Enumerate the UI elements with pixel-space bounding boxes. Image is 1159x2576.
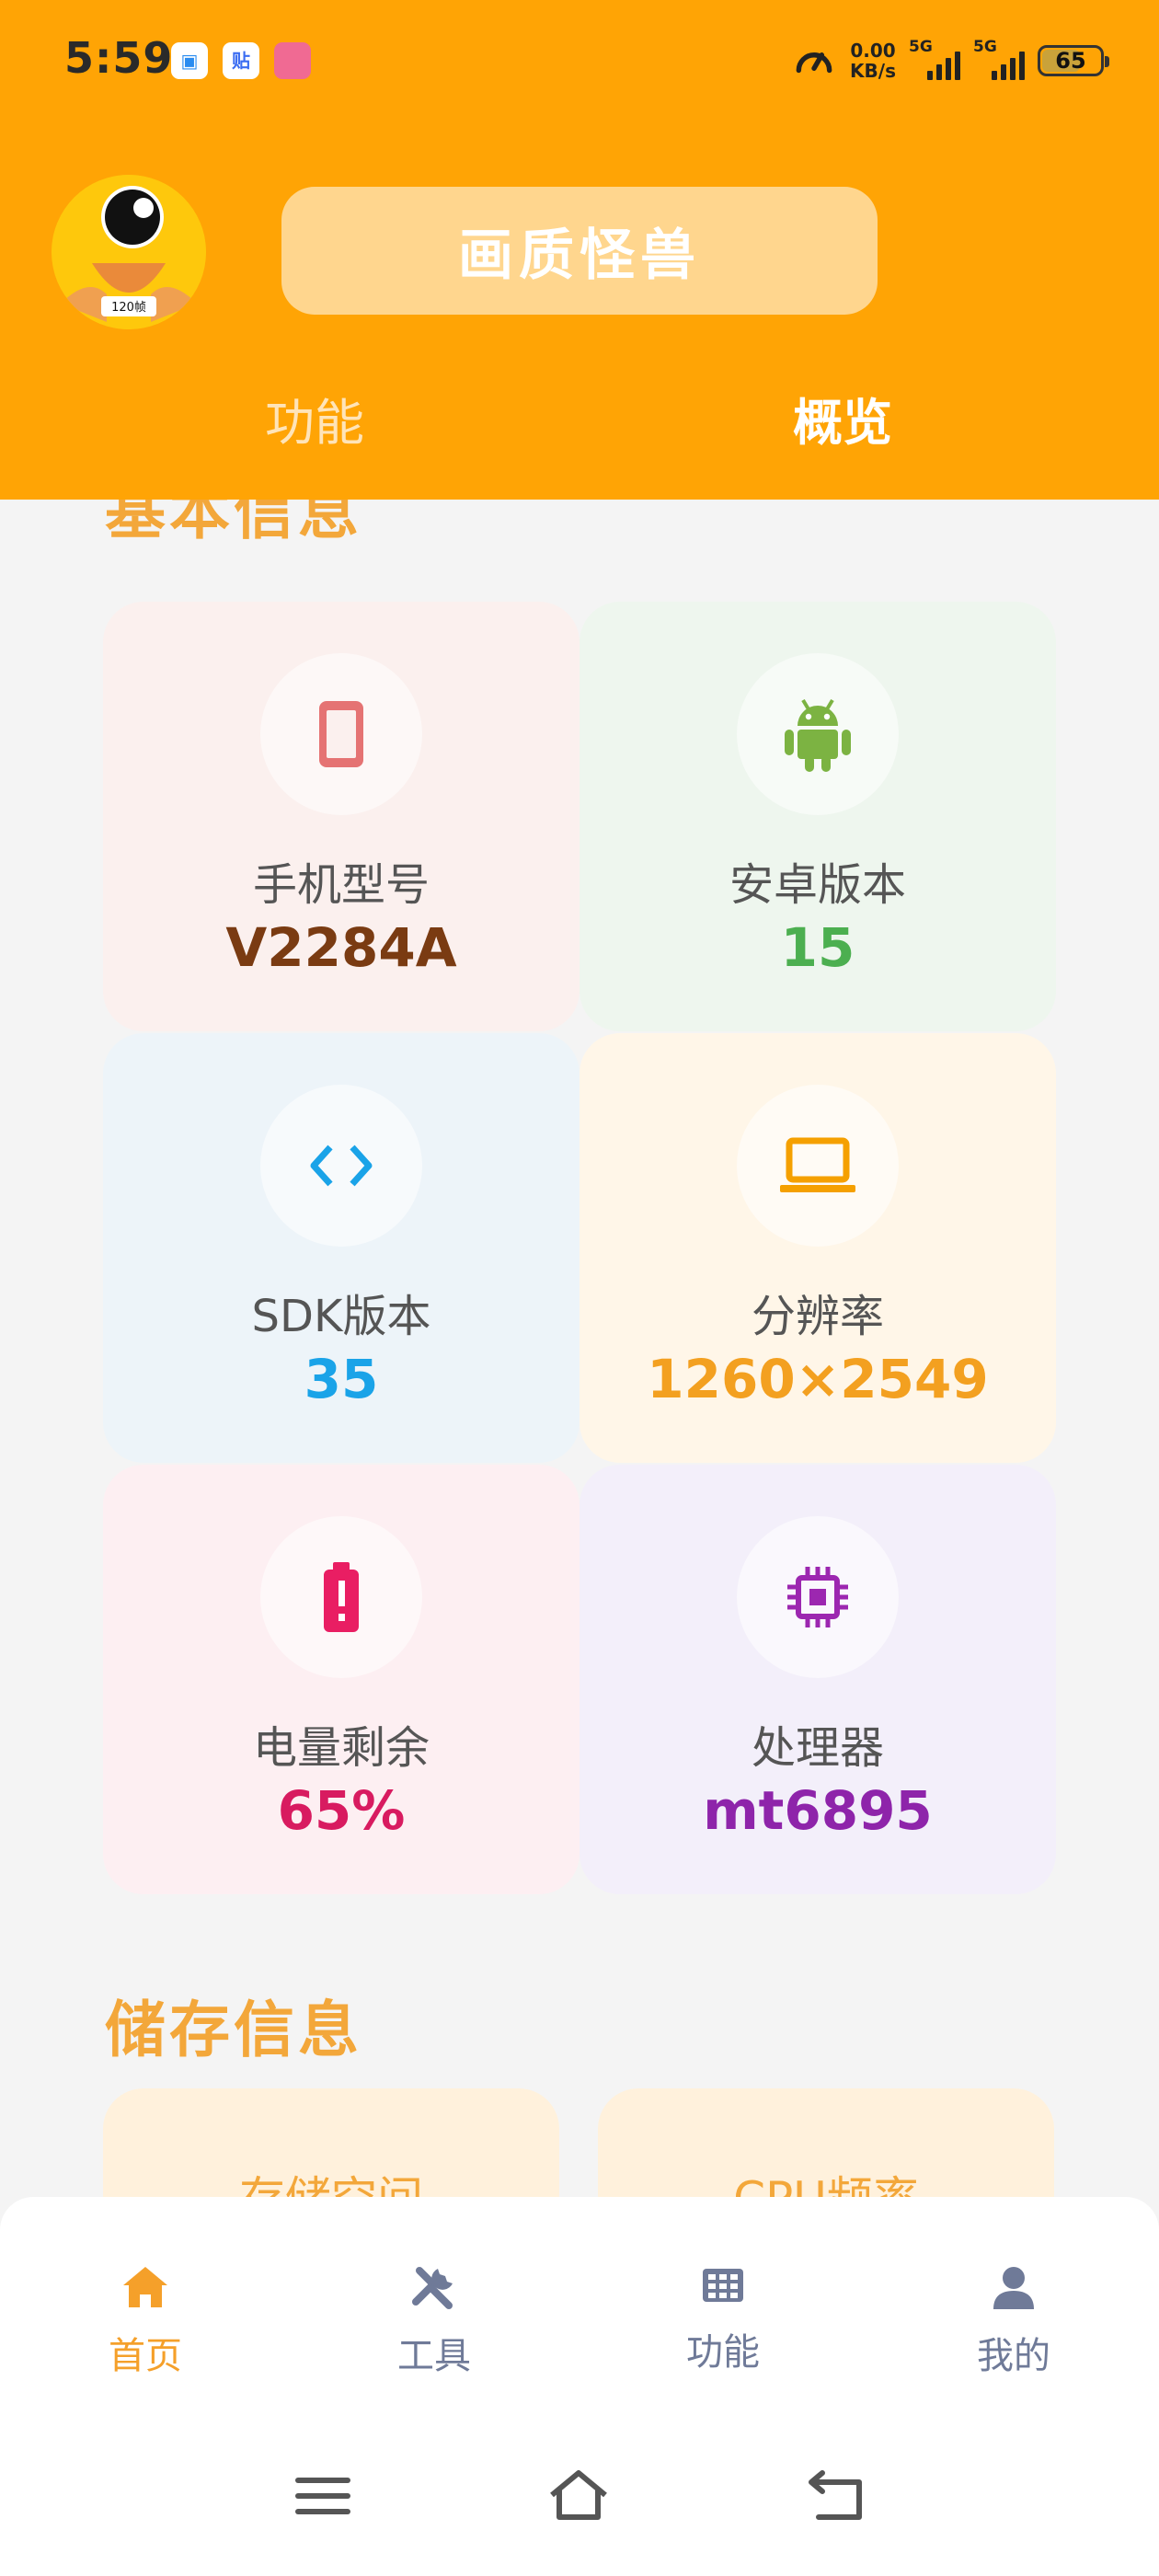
speed-value: 0.00 [850, 40, 896, 62]
nav-label: 我的 [977, 2335, 1050, 2377]
bottom-nav: 首页 工具 功能 我的 [0, 2197, 1159, 2399]
info-card-android-version[interactable]: 安卓版本 15 [580, 602, 1056, 1031]
signal-1: 5G [909, 38, 960, 84]
info-card-sdk-version[interactable]: SDK版本 35 [103, 1033, 580, 1463]
logo-badge-text: 120帧 [111, 301, 146, 315]
card-value: V2284A [225, 916, 457, 979]
storage-card-space[interactable]: 存储空间 [103, 2088, 559, 2199]
home-icon [123, 2267, 167, 2307]
card-value: mt6895 [703, 1779, 933, 1842]
tab-overview[interactable]: 概览 [793, 382, 892, 454]
info-card-phone-model[interactable]: 手机型号 V2284A [103, 602, 580, 1031]
menu-icon[interactable] [291, 2464, 355, 2528]
card-label: 安卓版本 [729, 859, 906, 911]
network-speed: 0.00 KB/s [850, 40, 896, 81]
nav-label: 首页 [109, 2335, 182, 2377]
section-title-basic-info: 基本信息 [105, 500, 362, 547]
card-value: 35 [304, 1348, 379, 1410]
signal-bars-icon [992, 52, 1025, 80]
blue-app-icon: ▣ [171, 42, 208, 79]
status-right: 0.00 KB/s 5G 5G 65 [791, 35, 1109, 86]
card-label: 处理器 [751, 1722, 884, 1774]
card-value: 65% [277, 1779, 406, 1842]
grid-icon [703, 2269, 743, 2302]
card-value: 15 [780, 916, 855, 979]
status-time: 5:59 [64, 33, 174, 83]
system-nav-bar [0, 2399, 1159, 2576]
signal-2: 5G [973, 38, 1025, 84]
storage-card-label: CPU频率 [733, 2172, 919, 2199]
phone-icon [260, 653, 422, 815]
overview-content[interactable]: 基本信息 手机型号 V2284A 安卓版本 15 SDK版本 35 分辨率 12… [0, 500, 1159, 2199]
back-icon[interactable] [804, 2464, 868, 2528]
speed-unit: KB/s [850, 60, 896, 82]
app-title-pill: 画质怪兽 [281, 187, 878, 315]
section-title-storage-info: 储存信息 [105, 1995, 362, 2065]
nav-item-home[interactable]: 首页 [44, 2197, 247, 2399]
battery-indicator: 65 [1038, 45, 1109, 76]
tools-icon [412, 2267, 453, 2309]
nav-item-features[interactable]: 功能 [622, 2197, 824, 2399]
code-icon [260, 1085, 422, 1247]
card-label: 电量剩余 [252, 1722, 430, 1774]
status-bar: 5:59 ▣ 贴 0.00 KB/s 5G 5G 65 [0, 0, 1159, 123]
battery-level: 65 [1055, 48, 1086, 74]
signal-bars-icon [927, 52, 960, 80]
info-card-resolution[interactable]: 分辨率 1260×2549 [580, 1033, 1056, 1463]
android-icon [737, 653, 899, 815]
mascot-logo-icon: 120帧 [52, 175, 206, 329]
user-icon [993, 2267, 1034, 2309]
card-label: SDK版本 [251, 1291, 431, 1342]
storage-card-cpu-frequency[interactable]: CPU频率 [598, 2088, 1054, 2199]
app-header: 5:59 ▣ 贴 0.00 KB/s 5G 5G 65 120帧 画质怪兽 功能… [0, 0, 1159, 500]
nav-item-profile[interactable]: 我的 [912, 2197, 1115, 2399]
card-label: 手机型号 [252, 859, 430, 911]
tieba-app-icon: 贴 [223, 42, 259, 79]
nav-label: 功能 [686, 2331, 760, 2374]
bilibili-app-icon [274, 42, 311, 79]
laptop-icon [737, 1085, 899, 1247]
app-logo[interactable]: 120帧 [52, 175, 206, 329]
info-card-battery[interactable]: 电量剩余 65% [103, 1465, 580, 1894]
home-outline-icon[interactable] [546, 2464, 611, 2528]
card-label: 分辨率 [751, 1291, 884, 1342]
nav-label: 工具 [397, 2335, 471, 2377]
battery-alert-icon [260, 1516, 422, 1678]
tab-features[interactable]: 功能 [265, 382, 364, 454]
info-card-processor[interactable]: 处理器 mt6895 [580, 1465, 1056, 1894]
nav-item-tools[interactable]: 工具 [333, 2197, 535, 2399]
speedometer-icon [796, 52, 832, 74]
storage-card-label: 存储空间 [239, 2172, 423, 2199]
chip-icon [737, 1516, 899, 1678]
card-value: 1260×2549 [647, 1348, 989, 1410]
